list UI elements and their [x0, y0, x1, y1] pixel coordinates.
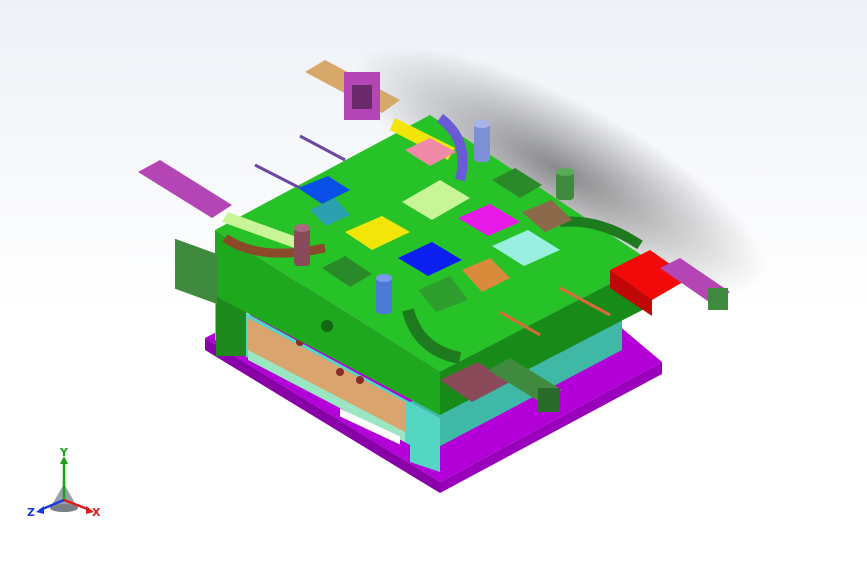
left-cylinder-body[interactable] [138, 160, 232, 218]
post-blue-front[interactable] [376, 274, 392, 314]
right-cylinder-cap[interactable] [708, 288, 728, 310]
main-body-hole[interactable] [321, 320, 333, 332]
ejector-pin-2[interactable] [336, 368, 344, 376]
guide-pin-2[interactable] [254, 163, 301, 190]
front-cylinder-cap[interactable] [538, 388, 560, 412]
left-cylinder-flange[interactable] [175, 238, 217, 304]
triad-x-label: X [92, 506, 101, 519]
post-blue-back[interactable] [474, 120, 490, 162]
post-green-back[interactable] [556, 168, 574, 200]
ejector-pin-3[interactable] [356, 376, 364, 384]
triad-y-label: Y [59, 448, 69, 459]
post-maroon[interactable] [294, 224, 310, 266]
triad-z-arrow [36, 506, 44, 514]
graphics-viewport[interactable]: Y X Z [0, 0, 867, 562]
back-cylinder-holder-face [352, 85, 372, 109]
guide-pin-1[interactable] [299, 134, 346, 162]
reference-triad[interactable]: Y X Z [24, 448, 104, 528]
triad-z-label: Z [27, 506, 35, 519]
mold-assembly-model[interactable] [0, 0, 867, 562]
